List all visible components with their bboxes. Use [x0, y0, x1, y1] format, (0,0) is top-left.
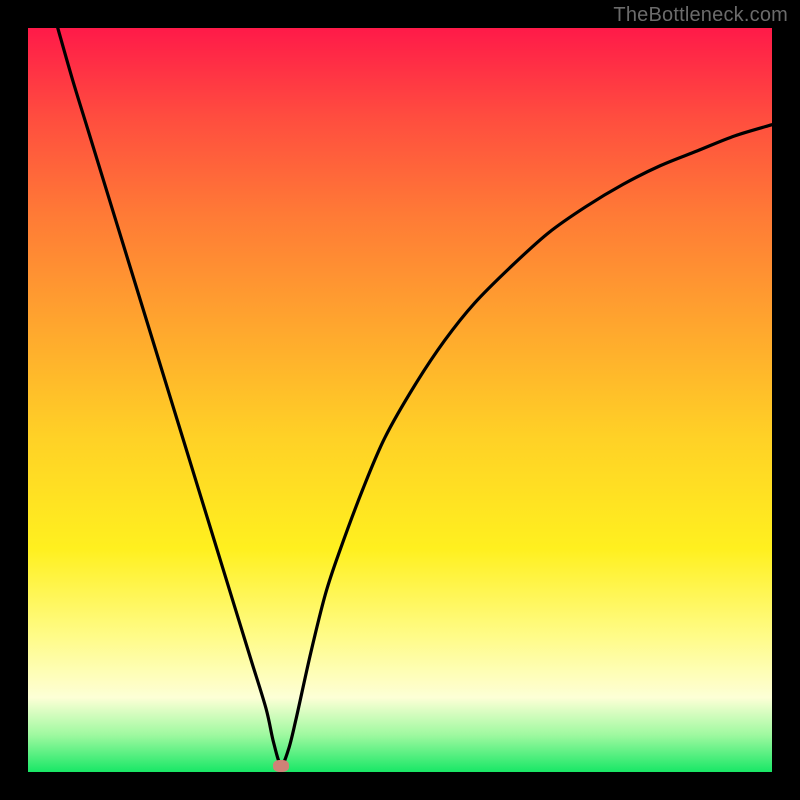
optimum-marker [273, 760, 289, 772]
curve-path [58, 28, 772, 765]
bottleneck-curve [28, 28, 772, 772]
chart-frame: TheBottleneck.com [0, 0, 800, 800]
watermark-text: TheBottleneck.com [613, 4, 788, 27]
plot-area [28, 28, 772, 772]
